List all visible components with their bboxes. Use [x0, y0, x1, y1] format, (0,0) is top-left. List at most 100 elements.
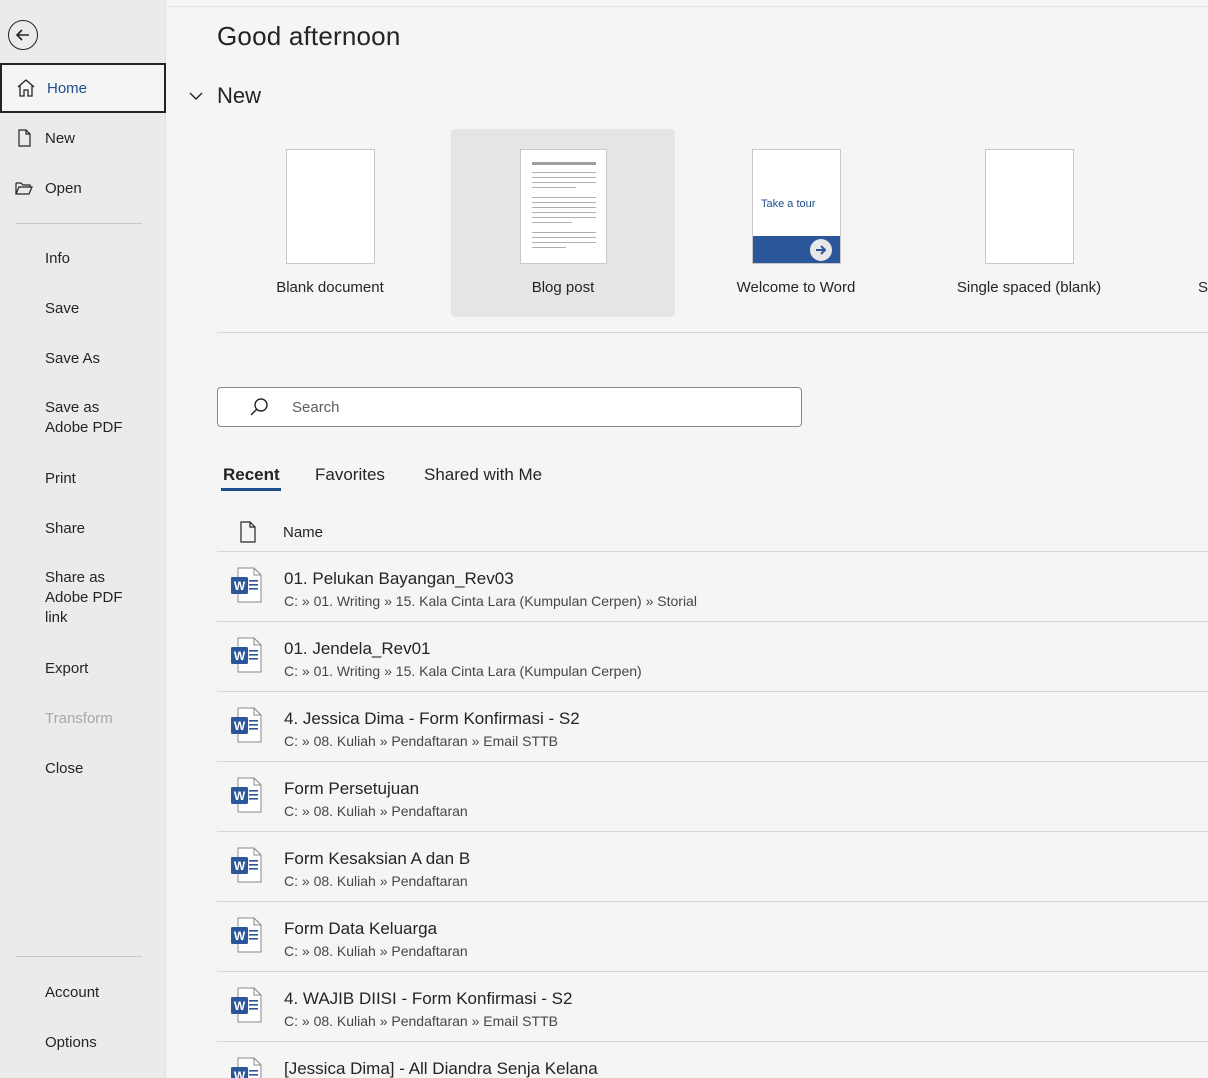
nav-share-label: Share — [45, 519, 86, 537]
svg-text:W: W — [234, 859, 246, 873]
file-row[interactable]: W 4. WAJIB DIISI - Form Konfirmasi - S2 … — [217, 972, 1208, 1042]
template-label: Blog post — [531, 279, 595, 296]
template-blank-document[interactable]: Blank document — [218, 129, 442, 317]
file-row[interactable]: W 01. Jendela_Rev01 C: » 01. Writing » 1… — [217, 622, 1208, 692]
welcome-to-word-thumbnail: Take a tour — [752, 149, 841, 264]
word-document-icon: W — [231, 637, 262, 673]
file-path: C: » 08. Kuliah » Pendaftaran » Email ST… — [284, 1013, 558, 1029]
file-row[interactable]: W Form Persetujuan C: » 08. Kuliah » Pen… — [217, 762, 1208, 832]
word-document-icon: W — [231, 1057, 262, 1078]
word-document-icon: W — [231, 567, 262, 603]
nav-save-as[interactable]: Save As — [0, 333, 166, 383]
section-divider — [217, 332, 1208, 333]
file-path: C: » 08. Kuliah » Pendaftaran — [284, 873, 468, 889]
file-name: Form Kesaksian A dan B — [284, 849, 471, 868]
nav-options-label: Options — [45, 1033, 97, 1051]
nav-share[interactable]: Share — [0, 503, 166, 553]
template-single-spaced-blank[interactable]: Single spaced (blank) — [917, 129, 1141, 317]
template-welcome-to-word[interactable]: Take a tour Welcome to Word — [684, 129, 908, 317]
nav-export-label: Export — [45, 659, 89, 677]
nav-save-as-label: Save As — [45, 349, 101, 367]
file-path: C: » 01. Writing » 15. Kala Cinta Lara (… — [284, 663, 642, 679]
nav-save-label: Save — [45, 299, 80, 317]
file-path: C: » 01. Writing » 15. Kala Cinta Lara (… — [284, 593, 697, 609]
template-label: S — [1198, 279, 1208, 296]
backstage-sidebar: Home New Open Info Save Save As Save as … — [0, 0, 166, 1078]
template-partial[interactable]: S — [1150, 129, 1208, 317]
file-list-header: Name — [217, 515, 1208, 552]
nav-account[interactable]: Account — [0, 967, 166, 1017]
file-name: 4. Jessica Dima - Form Konfirmasi - S2 — [284, 709, 580, 728]
word-document-icon: W — [231, 707, 262, 743]
nav-save-as-adobe-pdf[interactable]: Save as Adobe PDF — [0, 388, 140, 448]
chevron-down-icon[interactable] — [187, 87, 205, 105]
nav-close-label: Close — [45, 759, 84, 777]
blank-document-thumbnail — [286, 149, 375, 264]
nav-print-label: Print — [45, 469, 76, 487]
tab-recent[interactable]: Recent — [223, 465, 280, 485]
nav-transform: Transform — [0, 693, 166, 743]
tab-favorites[interactable]: Favorites — [315, 465, 385, 485]
template-blog-post[interactable]: Blog post — [451, 129, 675, 317]
backstage-main: Good afternoon New Blank document Blog p… — [167, 6, 1208, 1078]
file-name: 4. WAJIB DIISI - Form Konfirmasi - S2 — [284, 989, 573, 1008]
nav-open-label: Open — [45, 179, 82, 197]
svg-text:W: W — [234, 579, 246, 593]
file-name: Form Persetujuan — [284, 779, 420, 798]
file-row[interactable]: W Form Kesaksian A dan B C: » 08. Kuliah… — [217, 832, 1208, 902]
nav-save-as-adobe-pdf-label: Save as Adobe PDF — [45, 399, 123, 436]
nav-export[interactable]: Export — [0, 643, 166, 693]
new-section-title: New — [217, 83, 262, 108]
word-document-icon: W — [231, 987, 262, 1023]
back-arrow-icon — [15, 29, 29, 41]
template-label: Blank document — [276, 279, 384, 296]
nav-options[interactable]: Options — [0, 1017, 166, 1067]
nav-print[interactable]: Print — [0, 453, 166, 503]
arrow-right-circle-icon — [810, 239, 832, 261]
svg-text:W: W — [234, 999, 246, 1013]
nav-new[interactable]: New — [0, 113, 166, 163]
tab-shared-with-me[interactable]: Shared with Me — [424, 465, 542, 485]
nav-account-label: Account — [45, 983, 100, 1001]
nav-new-label: New — [45, 129, 76, 147]
sidebar-divider-bottom — [16, 956, 142, 957]
nav-share-adobe-pdf-link[interactable]: Share as Adobe PDF link — [0, 563, 166, 633]
svg-text:W: W — [234, 649, 246, 663]
nav-share-adobe-pdf-link-label: Share as Adobe PDF link — [45, 569, 123, 626]
new-document-icon — [18, 129, 31, 147]
nav-open[interactable]: Open — [0, 163, 166, 213]
svg-text:W: W — [234, 929, 246, 943]
file-path: C: » 08. Kuliah » Pendaftaran » Email ST… — [284, 733, 558, 749]
word-document-icon: W — [231, 917, 262, 953]
search-box[interactable] — [217, 387, 802, 427]
word-document-icon: W — [231, 847, 262, 883]
file-row[interactable]: W 01. Pelukan Bayangan_Rev03 C: » 01. Wr… — [217, 552, 1208, 622]
back-button[interactable] — [8, 20, 38, 50]
nav-transform-label: Transform — [45, 709, 113, 727]
file-row[interactable]: W [Jessica Dima] - All Diandra Senja Kel… — [217, 1042, 1208, 1078]
nav-home[interactable]: Home — [0, 63, 166, 113]
open-folder-icon — [15, 182, 33, 195]
svg-text:W: W — [234, 719, 246, 733]
file-row[interactable]: W 4. Jessica Dima - Form Konfirmasi - S2… — [217, 692, 1208, 762]
search-input[interactable] — [292, 388, 782, 426]
file-path: C: » 08. Kuliah » Pendaftaran — [284, 943, 468, 959]
sidebar-divider — [16, 223, 142, 224]
take-a-tour-text: Take a tour — [761, 198, 816, 210]
file-name: 01. Jendela_Rev01 — [284, 639, 431, 658]
svg-text:W: W — [234, 789, 246, 803]
file-name: Form Data Keluarga — [284, 919, 438, 938]
greeting-title: Good afternoon — [217, 21, 401, 51]
file-type-icon[interactable] — [239, 521, 257, 543]
file-name: [Jessica Dima] - All Diandra Senja Kelan… — [284, 1059, 598, 1078]
nav-info[interactable]: Info — [0, 233, 166, 283]
nav-close[interactable]: Close — [0, 743, 166, 793]
nav-save[interactable]: Save — [0, 283, 166, 333]
blog-post-thumbnail — [520, 149, 607, 264]
single-spaced-thumbnail — [985, 149, 1074, 264]
home-icon — [17, 79, 35, 97]
file-path: C: » 08. Kuliah » Pendaftaran — [284, 803, 468, 819]
file-row[interactable]: W Form Data Keluarga C: » 08. Kuliah » P… — [217, 902, 1208, 972]
name-column-header[interactable]: Name — [283, 524, 323, 541]
nav-home-label: Home — [47, 79, 88, 97]
